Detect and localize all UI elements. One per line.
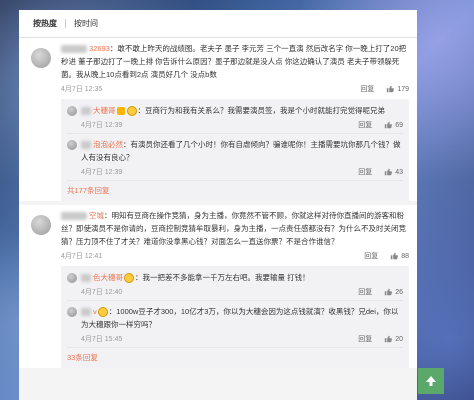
blurred-username: [61, 212, 87, 221]
like-count: 26: [395, 288, 403, 296]
reply-body: v ：1000w豆子才300，10亿才3万，你以为大穗会因为这点钱就演？收黑钱？兄…: [81, 305, 403, 331]
avatar[interactable]: [31, 215, 51, 235]
more-replies-link[interactable]: 33条回复: [67, 348, 403, 367]
emoji-icon: [124, 273, 134, 284]
reply-text: ：我一把差不多能拿一千万左右吧。我要输量 打钱！: [135, 273, 310, 282]
like-count: 88: [401, 252, 409, 260]
thumbs-up-icon: [387, 85, 395, 93]
like-button[interactable]: 20: [384, 335, 403, 343]
avatar[interactable]: [67, 307, 77, 317]
username-link[interactable]: 大穗哥: [93, 106, 116, 115]
username-link[interactable]: 32693: [89, 44, 110, 53]
reply-item: v ：1000w豆子才300，10亿才3万，你以为大穗会因为这点钱就演？收黑钱？兄…: [67, 301, 403, 348]
like-count: 69: [395, 121, 403, 129]
thumbs-up-icon: [385, 168, 393, 176]
timestamp: 4月7日 12:40: [81, 289, 123, 296]
avatar[interactable]: [67, 106, 77, 116]
reply-body: 色大穗哥 ：我一把差不多能拿一千万左右吧。我要输量 打钱！: [81, 271, 403, 284]
like-button[interactable]: 43: [384, 168, 403, 176]
reply-button[interactable]: 回复: [358, 287, 372, 297]
comment-list: 32693：敢不敢上昨天的战绩图。老夫子 墨子 李元芳 三个一直演 然后改名字 …: [19, 38, 417, 368]
timestamp: 4月7日 12:39: [81, 122, 123, 129]
blurred-username: [81, 141, 91, 150]
reply-item: 色大穗哥 ：我一把差不多能拿一千万左右吧。我要输量 打钱！ 4月7日 12:40 …: [67, 267, 403, 301]
blurred-username: [81, 308, 91, 317]
reply-text: ：有演员你还看了几个小时！你有自虐倾向？骗谁呢你！主播需要坑你那几个钱？做人有没…: [81, 140, 401, 162]
comment-text: ：明知有豆商在操作竞猜，身为主播，你竟然不管不顾，你就这样对待你直播间的游客和粉…: [61, 211, 406, 246]
like-button[interactable]: 26: [384, 288, 403, 296]
reply-item: 泡泡必然：有演员你还看了几个小时！你有自虐倾向？骗谁呢你！主播需要坑你那几个钱？…: [67, 134, 403, 181]
tab-time[interactable]: 按时间: [66, 18, 106, 29]
timestamp: 4月7日 12:35: [61, 86, 103, 93]
thumbs-up-icon: [391, 252, 399, 260]
timestamp: 4月7日 15:45: [81, 336, 123, 343]
username-link[interactable]: v: [93, 307, 97, 316]
comment-body: 32693：敢不敢上昨天的战绩图。老夫子 墨子 李元芳 三个一直演 然后改名字 …: [61, 42, 409, 81]
thumbs-up-icon: [385, 335, 393, 343]
comment-body: 空城：明知有豆商在操作竞猜，身为主播，你竟然不管不顾，你就这样对待你直播间的游客…: [61, 209, 409, 248]
reply-thread: 大穗哥 ：豆商行为和我有关系么？我需要演员签，我是个小时就能打完觉得呢兄弟 4月7…: [61, 99, 409, 201]
reply-text: ：豆商行为和我有关系么？我需要演员签，我是个小时就能打完觉得呢兄弟: [137, 106, 386, 115]
like-button[interactable]: 69: [384, 121, 403, 129]
emoji-icon: [97, 307, 108, 318]
avatar[interactable]: [67, 273, 77, 283]
timestamp: 4月7日 12:41: [61, 253, 103, 260]
reply-meta: 4月7日 12:39 回复 69: [81, 117, 403, 133]
arrow-up-icon: [426, 376, 436, 386]
like-count: 43: [395, 168, 403, 176]
reply-meta: 4月7日 12:40 回复 26: [81, 284, 403, 300]
tab-hot[interactable]: 按热度: [25, 18, 65, 29]
avatar[interactable]: [31, 48, 51, 68]
reply-body: 泡泡必然：有演员你还看了几个小时！你有自虐倾向？骗谁呢你！主播需要坑你那几个钱？…: [81, 138, 403, 164]
vip-badge-icon: [116, 107, 125, 116]
emoji-icon: [126, 106, 137, 117]
reply-button[interactable]: 回复: [358, 167, 372, 177]
reply-thread: 色大穗哥 ：我一把差不多能拿一千万左右吧。我要输量 打钱！ 4月7日 12:40 …: [61, 266, 409, 368]
reply-item: 大穗哥 ：豆商行为和我有关系么？我需要演员签，我是个小时就能打完觉得呢兄弟 4月7…: [67, 100, 403, 134]
avatar[interactable]: [67, 140, 77, 150]
reply-button[interactable]: 回复: [358, 334, 372, 344]
like-count: 20: [395, 335, 403, 343]
thumbs-up-icon: [385, 121, 393, 129]
like-button[interactable]: 88: [390, 252, 409, 260]
comment-text: ：敢不敢上昨天的战绩图。老夫子 墨子 李元芳 三个一直演 然后改名字 你一晚上打…: [61, 44, 407, 79]
blurred-username: [81, 107, 91, 116]
reply-button[interactable]: 回复: [360, 84, 374, 94]
blurred-username: [81, 274, 91, 283]
comment-panel: 按热度 按时间 32693：敢不敢上昨天的战绩图。老夫子 墨子 李元芳 三个一直…: [19, 10, 417, 400]
reply-button[interactable]: 回复: [358, 120, 372, 130]
back-to-top-button[interactable]: [418, 368, 444, 394]
comment-meta: 4月7日 12:35 回复 179: [61, 81, 409, 97]
timestamp: 4月7日 12:39: [81, 169, 123, 176]
reply-text: ：1000w豆子才300，10亿才3万，你以为大穗会因为这点钱就演？收黑钱？兄d…: [81, 307, 399, 329]
username-link[interactable]: 泡泡必然: [93, 140, 123, 149]
like-button[interactable]: 179: [386, 85, 409, 93]
username-link[interactable]: 色大穗哥: [93, 273, 123, 282]
comment-meta: 4月7日 12:41 回复 88: [61, 248, 409, 264]
thumbs-up-icon: [385, 288, 393, 296]
sort-tabs: 按热度 按时间: [19, 10, 417, 38]
reply-button[interactable]: 回复: [364, 251, 378, 261]
comment-item: 32693：敢不敢上昨天的战绩图。老夫子 墨子 李元芳 三个一直演 然后改名字 …: [19, 38, 417, 201]
reply-body: 大穗哥 ：豆商行为和我有关系么？我需要演员签，我是个小时就能打完觉得呢兄弟: [81, 104, 403, 117]
like-count: 179: [397, 85, 409, 93]
reply-meta: 4月7日 12:39 回复 43: [81, 164, 403, 180]
username-link[interactable]: 空城: [89, 211, 104, 220]
more-replies-link[interactable]: 共177条回复: [67, 181, 403, 200]
comment-item: 空城：明知有豆商在操作竞猜，身为主播，你竟然不管不顾，你就这样对待你直播间的游客…: [19, 205, 417, 368]
reply-meta: 4月7日 15:45 回复 20: [81, 331, 403, 347]
blurred-username: [61, 45, 87, 54]
